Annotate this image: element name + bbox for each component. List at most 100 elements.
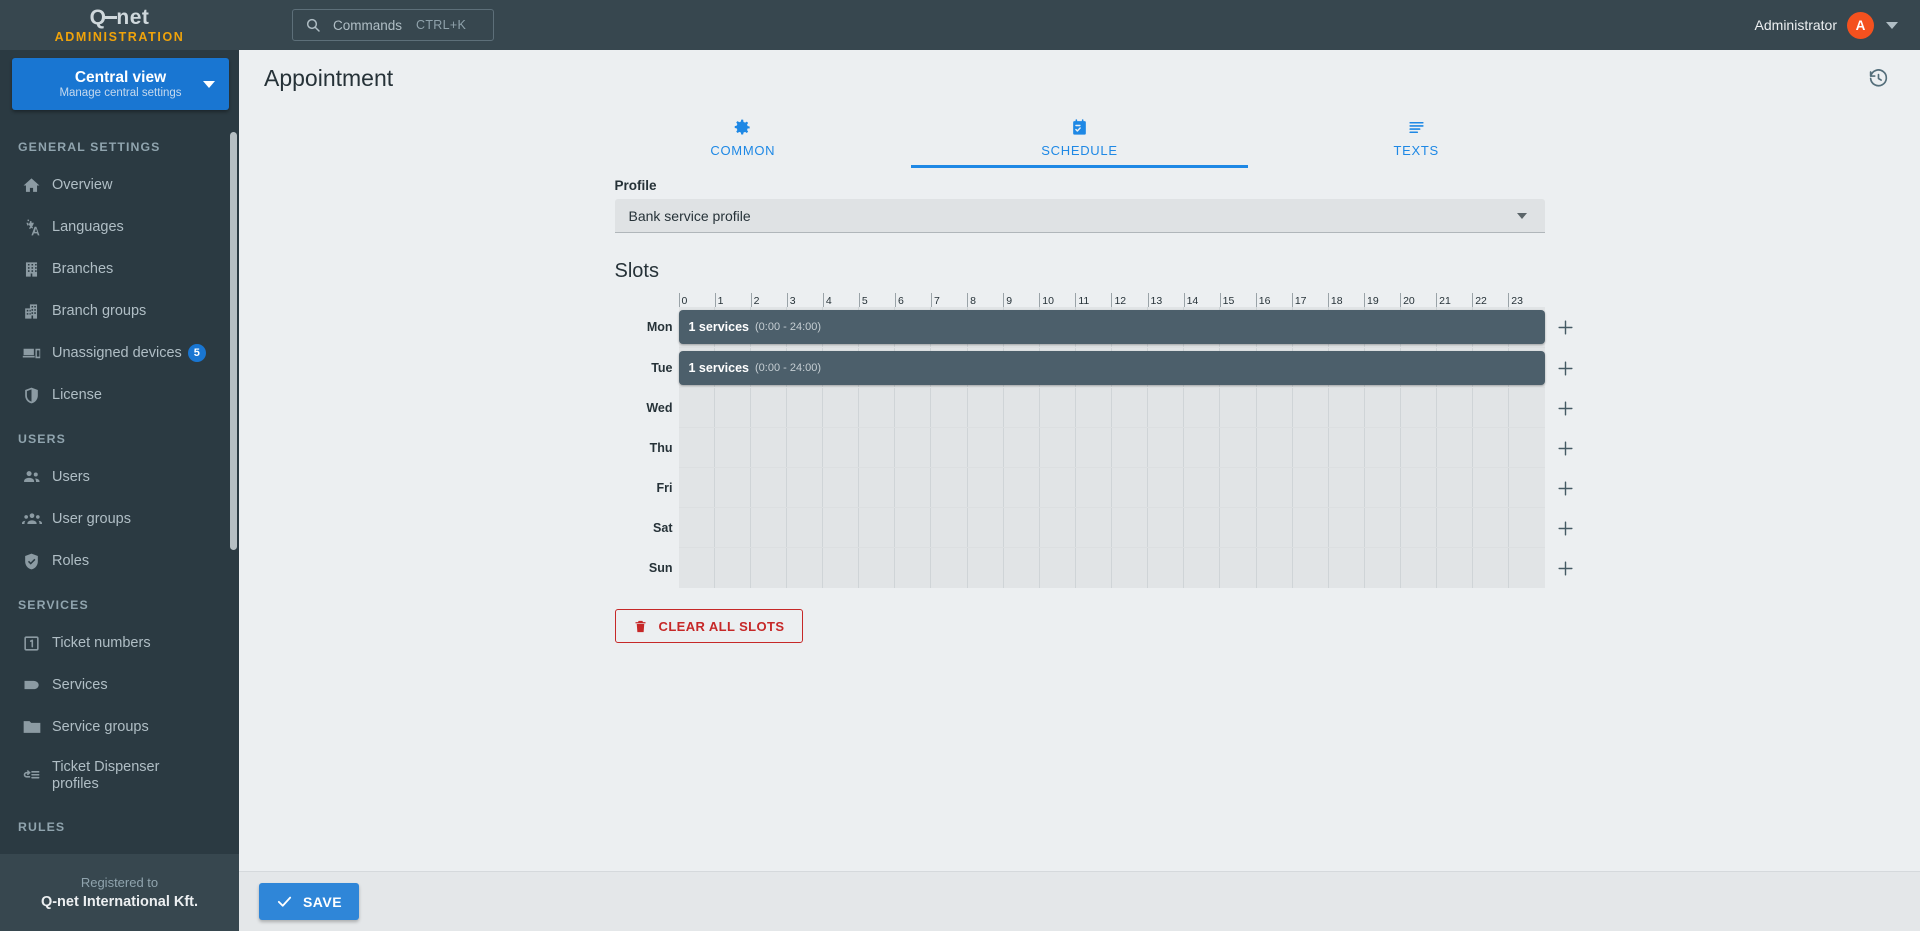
sidebar-scrollbar[interactable] [230,132,237,550]
clear-all-slots-button[interactable]: CLEAR ALL SLOTS [614,609,803,643]
hour-cell[interactable] [1003,508,1040,548]
hour-cell[interactable] [714,548,751,588]
hour-cell[interactable] [1328,428,1365,468]
sidebar-item-service-groups[interactable]: Service groups [0,706,239,748]
add-slot-button[interactable] [1551,348,1581,388]
hour-cell[interactable] [1184,468,1221,508]
hour-cell[interactable] [931,548,968,588]
hour-cell[interactable] [1220,468,1257,508]
tab-schedule[interactable]: SCHEDULE [911,106,1248,168]
hour-cell[interactable] [1003,468,1040,508]
hour-cell[interactable] [967,548,1004,588]
hour-cell[interactable] [1292,428,1329,468]
hour-cell[interactable] [1148,508,1185,548]
hour-cell[interactable] [1039,508,1076,548]
user-menu[interactable]: Administrator A [1755,0,1898,50]
slot-bar[interactable]: 1 services (0:00 - 24:00) [678,310,1545,344]
hour-cell[interactable] [714,428,751,468]
hour-cell[interactable] [1437,428,1474,468]
hour-cell[interactable] [1473,508,1510,548]
hour-cell[interactable] [1148,468,1185,508]
hour-cell[interactable] [1437,508,1474,548]
hour-cell[interactable] [1473,428,1510,468]
hour-cell[interactable] [1364,428,1401,468]
hour-cells[interactable] [678,428,1545,468]
hour-cell[interactable] [931,388,968,428]
hour-cell[interactable] [1328,468,1365,508]
hour-cell[interactable] [678,428,715,468]
hour-cell[interactable] [1437,548,1474,588]
hour-cell[interactable] [1437,388,1474,428]
hour-cell[interactable] [678,508,715,548]
hour-cells[interactable] [678,548,1545,588]
sidebar-item-services[interactable]: Services [0,664,239,706]
central-view-selector[interactable]: Central view Manage central settings [12,58,229,110]
save-button[interactable]: SAVE [259,883,359,920]
hour-cell[interactable] [1509,468,1545,508]
hour-cell[interactable] [1473,388,1510,428]
hour-cell[interactable] [1401,388,1438,428]
hour-cell[interactable] [967,388,1004,428]
commands-search-button[interactable]: Commands CTRL+K [292,9,494,41]
hour-cell[interactable] [1184,388,1221,428]
hour-cell[interactable] [967,508,1004,548]
hour-cell[interactable] [1112,508,1149,548]
hour-cell[interactable] [750,548,787,588]
hour-cell[interactable] [859,548,896,588]
hour-cell[interactable] [1256,388,1293,428]
slot-bar[interactable]: 1 services (0:00 - 24:00) [678,351,1545,385]
add-slot-button[interactable] [1551,468,1581,508]
hour-cell[interactable] [1328,548,1365,588]
hour-cell[interactable] [1075,428,1112,468]
sidebar-item-license[interactable]: License [0,374,239,416]
hour-cell[interactable] [859,428,896,468]
hour-cell[interactable] [750,388,787,428]
hour-cell[interactable] [1256,548,1293,588]
hour-cell[interactable] [714,388,751,428]
add-slot-button[interactable] [1551,307,1581,347]
hour-cell[interactable] [1039,548,1076,588]
hour-cell[interactable] [750,468,787,508]
hour-cells[interactable] [678,468,1545,508]
hour-cell[interactable] [1184,548,1221,588]
hour-cell[interactable] [786,508,823,548]
hour-cell[interactable] [1148,548,1185,588]
sidebar-item-overview[interactable]: Overview [0,164,239,206]
hour-cell[interactable] [678,548,715,588]
hour-cell[interactable] [1039,468,1076,508]
hour-cell[interactable] [786,428,823,468]
hour-cell[interactable] [1256,508,1293,548]
hour-cell[interactable] [1075,388,1112,428]
hour-cell[interactable] [1401,548,1438,588]
hour-cell[interactable] [823,428,860,468]
hour-cell[interactable] [967,468,1004,508]
hour-cell[interactable] [1003,388,1040,428]
hour-cell[interactable] [895,388,932,428]
hour-cell[interactable] [1292,508,1329,548]
hour-cell[interactable] [931,428,968,468]
hour-cell[interactable] [750,508,787,548]
hour-cell[interactable] [1437,468,1474,508]
add-slot-button[interactable] [1551,548,1581,588]
hour-cells[interactable] [678,508,1545,548]
hour-cell[interactable] [895,508,932,548]
sidebar-item-branch-groups[interactable]: Branch groups 5 [0,290,239,332]
hour-cell[interactable] [1256,428,1293,468]
hour-cell[interactable] [895,548,932,588]
hour-cell[interactable] [1256,468,1293,508]
sidebar-item-roles[interactable]: Roles [0,540,239,582]
history-icon[interactable] [1864,64,1892,92]
add-slot-button[interactable] [1551,508,1581,548]
hour-cell[interactable] [823,508,860,548]
hour-cell[interactable] [1401,428,1438,468]
hour-cell[interactable] [786,468,823,508]
hour-cell[interactable] [1039,388,1076,428]
sidebar-item-user-groups[interactable]: User groups [0,498,239,540]
add-slot-button[interactable] [1551,428,1581,468]
hour-cell[interactable] [1039,428,1076,468]
sidebar-item-unassigned-devices[interactable]: Unassigned devices 5 [0,332,239,374]
hour-cell[interactable] [859,468,896,508]
hour-cell[interactable] [678,388,715,428]
hour-cell[interactable] [823,548,860,588]
hour-cell[interactable] [1401,508,1438,548]
